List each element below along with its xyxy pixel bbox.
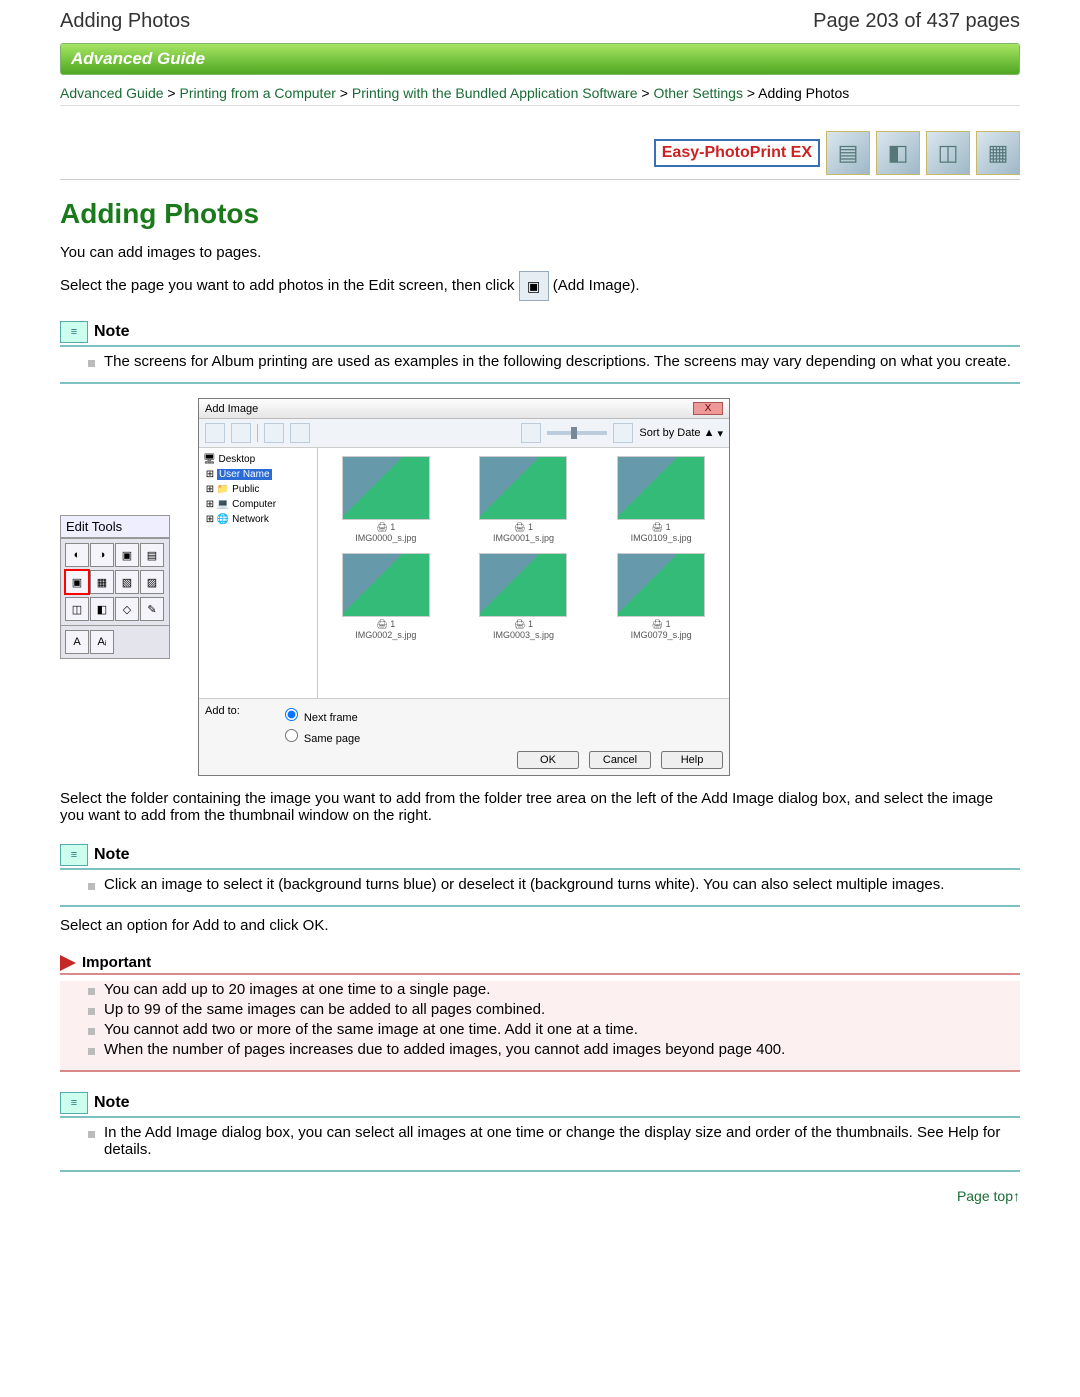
- guide-banner-label: Advanced Guide: [61, 44, 1019, 74]
- album-icon: ▤: [826, 131, 870, 175]
- tree-selected: User Name: [217, 469, 272, 480]
- note3-item: In the Add Image dialog box, you can sel…: [88, 1124, 1020, 1158]
- tool-button[interactable]: ▤: [140, 543, 164, 567]
- instruction-1: Select the page you want to add photos i…: [60, 271, 1020, 301]
- layout-icon: ◧: [876, 131, 920, 175]
- stickers-icon: ▦: [976, 131, 1020, 175]
- note-header-3: ≡ Note: [60, 1092, 1020, 1118]
- crumb-advanced-guide[interactable]: Advanced Guide: [60, 85, 164, 101]
- page-counter: Page 203 of 437 pages: [813, 10, 1020, 33]
- calendar-icon: ◫: [926, 131, 970, 175]
- important-item: You cannot add two or more of the same i…: [88, 1021, 1020, 1038]
- note2-item: Click an image to select it (background …: [88, 876, 1020, 893]
- zoom-in-icon[interactable]: [613, 423, 633, 443]
- sort-label: Sort by Date ▲: [639, 427, 714, 439]
- dialog-title: Add Image: [205, 403, 258, 415]
- page-title: Adding Photos: [60, 10, 190, 33]
- crumb-bundled-software[interactable]: Printing with the Bundled Application So…: [352, 85, 638, 101]
- thumbnail[interactable]: 🖨 1IMG0002_s.jpg: [326, 553, 446, 640]
- tool-button[interactable]: ◑: [90, 543, 114, 567]
- add-image-dialog: Add Image X Sort by Date ▲ ▾: [198, 398, 730, 776]
- tool-button[interactable]: ◐: [65, 543, 89, 567]
- thumbnail[interactable]: 🖨 1IMG0109_s.jpg: [601, 456, 721, 543]
- radio-same-page[interactable]: Same page: [280, 726, 360, 745]
- zoom-out-icon[interactable]: [521, 423, 541, 443]
- thumbnail[interactable]: 🖨 1IMG0000_s.jpg: [326, 456, 446, 543]
- toolbar-btn[interactable]: [290, 423, 310, 443]
- edit-tools-title: Edit Tools: [60, 515, 170, 538]
- tool-button[interactable]: ▦: [90, 570, 114, 594]
- tool-button[interactable]: ▨: [140, 570, 164, 594]
- page-top-link[interactable]: Page top↑: [957, 1188, 1020, 1204]
- tool-button[interactable]: ✎: [140, 597, 164, 621]
- toolbar-btn[interactable]: [264, 423, 284, 443]
- note-header-2: ≡ Note: [60, 844, 1020, 870]
- ok-button[interactable]: OK: [517, 751, 579, 769]
- note-icon: ≡: [60, 321, 88, 343]
- thumbnail[interactable]: 🖨 1IMG0003_s.jpg: [464, 553, 584, 640]
- note-icon: ≡: [60, 1092, 88, 1114]
- crumb-current: Adding Photos: [758, 85, 849, 101]
- thumb-size-slider[interactable]: [547, 431, 607, 435]
- tool-button[interactable]: ▣: [115, 543, 139, 567]
- toolbar-btn[interactable]: [205, 423, 225, 443]
- tool-button[interactable]: ▧: [115, 570, 139, 594]
- tool-button[interactable]: ◇: [115, 597, 139, 621]
- guide-banner: Advanced Guide: [60, 43, 1020, 75]
- radio-next-frame[interactable]: Next frame: [280, 705, 360, 724]
- close-button[interactable]: X: [693, 402, 723, 415]
- edit-tools-panel: Edit Tools ◐◑▣▤ ▣▦▧▨ ◫◧◇✎ AAᵢ: [60, 515, 170, 659]
- tool-button[interactable]: Aᵢ: [90, 630, 114, 654]
- crumb-other-settings[interactable]: Other Settings: [653, 85, 743, 101]
- important-item: When the number of pages increases due t…: [88, 1041, 1020, 1058]
- tool-button[interactable]: A: [65, 630, 89, 654]
- thumbnail[interactable]: 🖨 1IMG0079_s.jpg: [601, 553, 721, 640]
- tool-button[interactable]: ◫: [65, 597, 89, 621]
- folder-tree[interactable]: 🖥 Desktop ⊞ User Name ⊞ 📁 Public ⊞ 💻 Com…: [199, 448, 318, 698]
- add-image-icon: ▣: [519, 271, 549, 301]
- important-item: You can add up to 20 images at one time …: [88, 981, 1020, 998]
- note1-item: The screens for Album printing are used …: [88, 353, 1020, 370]
- easy-photoprint-logo: Easy-PhotoPrint EX: [654, 139, 820, 167]
- breadcrumb: Advanced Guide > Printing from a Compute…: [60, 81, 1020, 106]
- add-image-tool-button[interactable]: ▣: [65, 570, 89, 594]
- crumb-printing-computer[interactable]: Printing from a Computer: [180, 85, 336, 101]
- thumbnail[interactable]: 🖨 1IMG0001_s.jpg: [464, 456, 584, 543]
- note-icon: ≡: [60, 844, 88, 866]
- important-item: Up to 99 of the same images can be added…: [88, 1001, 1020, 1018]
- important-icon: [60, 955, 76, 971]
- toolbar-btn[interactable]: [231, 423, 251, 443]
- tool-button[interactable]: ◧: [90, 597, 114, 621]
- note-header-1: ≡ Note: [60, 321, 1020, 347]
- addto-label: Add to:: [205, 705, 240, 745]
- important-header: Important: [60, 954, 1020, 975]
- thumbnail-grid[interactable]: 🖨 1IMG0000_s.jpg 🖨 1IMG0001_s.jpg 🖨 1IMG…: [318, 448, 729, 698]
- heading: Adding Photos: [60, 198, 1020, 230]
- intro-text: You can add images to pages.: [60, 244, 1020, 261]
- cancel-button[interactable]: Cancel: [589, 751, 651, 769]
- instruction-2: Select the folder containing the image y…: [60, 790, 1020, 824]
- instruction-3: Select an option for Add to and click OK…: [60, 917, 1020, 934]
- help-button[interactable]: Help: [661, 751, 723, 769]
- sort-dropdown-icon[interactable]: ▾: [717, 427, 723, 440]
